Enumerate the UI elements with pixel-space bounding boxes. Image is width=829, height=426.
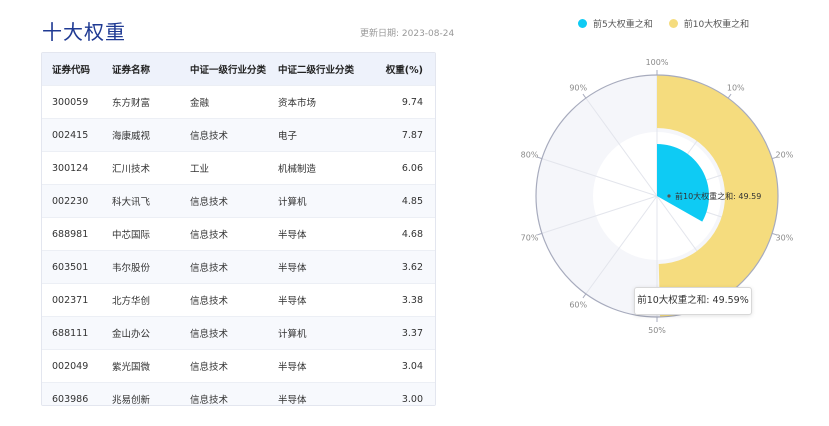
- chart-center-dot: [667, 194, 671, 198]
- chart-tick-label: 100%: [646, 58, 669, 67]
- chart-tick-label: 20%: [776, 151, 794, 160]
- chart-center-label: 前10大权重之和: 49.59: [675, 191, 761, 201]
- chart-tick: [727, 93, 732, 99]
- chart-tooltip: 前10大权重之和: 49.59%: [634, 287, 752, 315]
- chart-tick-label: 70%: [521, 233, 539, 242]
- chart-tick-label: 80%: [521, 151, 539, 160]
- weight-polar-chart: 100%10%20%30%40%50%60%70%80%90%前10大权重之和:…: [521, 58, 794, 335]
- chart-tick: [582, 93, 587, 99]
- chart-tick-label: 90%: [569, 84, 587, 93]
- chart-tick-label: 50%: [648, 326, 666, 335]
- chart-tick: [582, 293, 587, 299]
- chart-tick-label: 60%: [569, 300, 587, 309]
- chart-tick-label: 10%: [727, 84, 745, 93]
- chart-tick-label: 30%: [776, 233, 794, 242]
